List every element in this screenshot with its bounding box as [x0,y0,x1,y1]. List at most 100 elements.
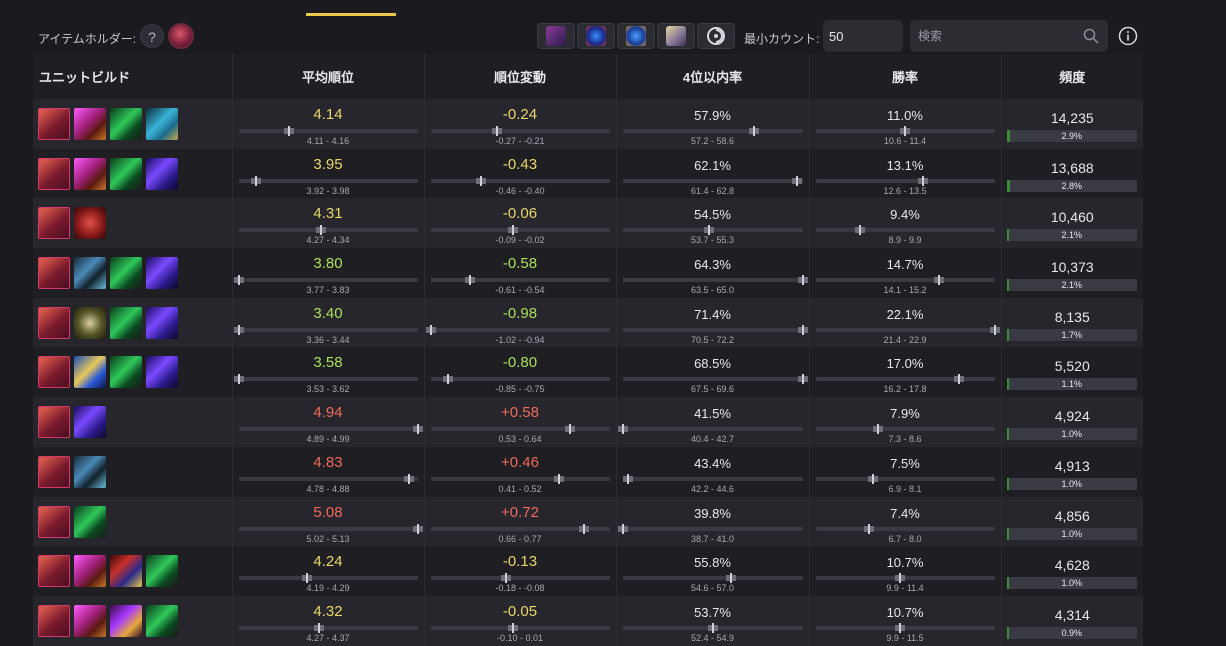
item-red-fist-icon[interactable] [74,604,106,637]
champion-portrait-icon[interactable] [38,406,70,439]
column-header-frequency[interactable]: 頻度 [1000,54,1143,99]
item-purple-staff-icon[interactable] [74,406,106,439]
table-row[interactable]: 4.31 4.27 - 4.34 -0.06 -0.09 - -0.02 54.5% 53… [33,198,1143,249]
item-green-claw-icon[interactable] [146,604,178,637]
item-purple-staff-icon[interactable] [146,306,178,339]
champion-portrait-icon[interactable] [38,157,70,190]
top4-rate-value: 53.7% [694,604,731,620]
champion-portrait-icon[interactable] [38,455,70,488]
item-red-mask-icon[interactable] [74,207,106,240]
top4-rate-metric: 53.7% 52.4 - 54.9 [617,596,809,645]
win-rate-confidence-interval: 7.3 - 8.6 [888,434,922,445]
filter-item-button-2[interactable] [577,23,615,49]
build-cell [33,297,232,348]
filter-item-button-3[interactable] [617,23,655,49]
top4-rate-value: 71.4% [694,306,731,322]
column-header-win-rate[interactable]: 勝率 [808,54,1001,99]
win-rate-confidence-marker [868,523,871,534]
item-blue-mage-hat-icon[interactable] [110,555,142,588]
item-red-fist-icon[interactable] [74,555,106,588]
item-green-claw-icon[interactable] [74,505,106,538]
item-purple-staff-icon[interactable] [146,257,178,290]
place-delta-confidence-track [430,473,610,484]
table-row[interactable]: 4.14 4.11 - 4.16 -0.24 -0.27 - -0.21 57.9% 57… [33,99,1143,149]
avg-place-confidence-interval: 4.27 - 4.37 [306,632,350,643]
item-green-claw-icon[interactable] [146,555,178,588]
frequency-cell: 13,688 2.8% [1000,148,1143,199]
item-blue-chest-icon[interactable] [146,108,178,140]
place-delta-cell: -0.98 -1.02 - -0.94 [423,297,616,348]
win-rate-metric: 13.1% 12.6 - 13.5 [810,149,1001,198]
place-delta-confidence-marker [511,622,514,633]
champion-portrait-icon[interactable] [38,356,70,389]
frequency-cell: 5,520 1.1% [1000,347,1143,398]
item-purple-flame-staff-icon[interactable] [110,604,142,637]
win-rate-cell: 22.1% 21.4 - 22.9 [808,297,1001,348]
win-rate-confidence-marker [898,573,901,584]
unknown-holder-button[interactable]: ? [140,24,164,48]
item-blue-gold-wing-icon[interactable] [74,356,106,389]
table-row[interactable]: 4.94 4.89 - 4.99 +0.58 0.53 - 0.64 41.5% 40.4… [33,397,1143,447]
table-row[interactable]: 3.95 3.92 - 3.98 -0.43 -0.46 - -0.40 62.1% 61… [33,148,1143,199]
min-count-input[interactable] [823,20,903,52]
item-green-claw-icon[interactable] [110,356,142,389]
champion-holder-button[interactable] [168,23,194,49]
champion-portrait-icon[interactable] [38,108,70,140]
table-row[interactable]: 5.08 5.02 - 5.13 +0.72 0.66 - 0.77 39.8% 38.7… [33,496,1143,547]
place-delta-metric: -0.98 -1.02 - -0.94 [425,298,616,347]
top4-rate-cell: 39.8% 38.7 - 41.0 [615,496,809,547]
table-row[interactable]: 4.24 4.19 - 4.29 -0.13 -0.18 - -0.08 55.8% 54… [33,546,1143,596]
search-input[interactable] [910,20,1080,52]
item-blue-shard-icon[interactable] [74,257,106,290]
champion-portrait-icon[interactable] [38,604,70,637]
frequency-metric: 4,314 0.9% [1002,596,1144,645]
frequency-cell: 4,314 0.9% [1000,595,1144,646]
share-bar: 1.0% [1006,477,1137,490]
win-rate-cell: 10.7% 9.9 - 11.4 [808,546,1001,596]
share-bar: 2.1% [1006,229,1137,242]
win-rate-metric: 11.0% 10.6 - 11.4 [810,99,1001,148]
column-header-top4-rate[interactable]: 4位以内率 [615,54,809,99]
win-rate-value: 13.1% [886,157,924,173]
table-row[interactable]: 4.32 4.27 - 4.37 -0.05 -0.10 - 0.01 53.7% 52.… [33,595,1144,646]
column-header-build[interactable]: ユニットビルド [33,54,232,99]
avg-place-confidence-marker [255,175,258,186]
item-green-claw-icon[interactable] [110,157,142,190]
table-row[interactable]: 3.58 3.53 - 3.62 -0.80 -0.85 - -0.75 68.5% 67… [33,347,1143,398]
item-red-fist-icon[interactable] [74,157,106,190]
top4-rate-value: 55.8% [694,555,731,571]
place-delta-cell: -0.13 -0.18 - -0.08 [423,546,616,596]
win-rate-metric: 10.7% 9.9 - 11.4 [810,546,1001,595]
win-rate-confidence-marker [993,324,996,335]
table-row[interactable]: 3.80 3.77 - 3.83 -0.58 -0.61 - -0.54 64.3% 63… [33,248,1143,298]
column-header-avg-place[interactable]: 平均順位 [231,54,424,99]
avg-place-confidence-marker [287,126,290,136]
filter-item-button-1[interactable] [537,23,575,49]
champion-portrait-icon[interactable] [38,306,70,339]
top4-rate-confidence-marker [707,225,710,236]
item-yellow-crescent-icon[interactable] [74,306,106,339]
champion-portrait-icon[interactable] [38,207,70,240]
column-header-place-delta[interactable]: 順位変動 [423,54,616,99]
filter-item-button-5[interactable] [697,23,735,49]
champion-portrait-icon[interactable] [38,555,70,588]
top4-rate-cell: 68.5% 67.5 - 69.6 [615,347,809,398]
info-icon[interactable] [1118,26,1138,46]
table-row[interactable]: 4.83 4.78 - 4.88 +0.46 0.41 - 0.52 43.4% 42.2… [33,446,1143,497]
win-rate-confidence-track [815,324,1000,335]
item-green-claw-icon[interactable] [110,108,142,140]
item-purple-staff-icon[interactable] [146,157,178,190]
avg-place-cell: 3.95 3.92 - 3.98 [231,148,424,199]
item-purple-staff-icon[interactable] [146,356,178,389]
place-delta-confidence-marker [511,225,514,236]
champion-portrait-icon[interactable] [38,257,70,290]
item-blue-shard-icon[interactable] [74,455,106,488]
item-red-fist-icon[interactable] [74,108,106,140]
table-row[interactable]: 3.40 3.36 - 3.44 -0.98 -1.02 - -0.94 71.4% 70… [33,297,1143,348]
place-delta-confidence-marker [429,324,432,335]
item-green-claw-icon[interactable] [110,306,142,339]
search-icon[interactable] [1083,28,1099,44]
filter-item-button-4[interactable] [657,23,695,49]
champion-portrait-icon[interactable] [38,505,70,538]
item-green-claw-icon[interactable] [110,257,142,290]
